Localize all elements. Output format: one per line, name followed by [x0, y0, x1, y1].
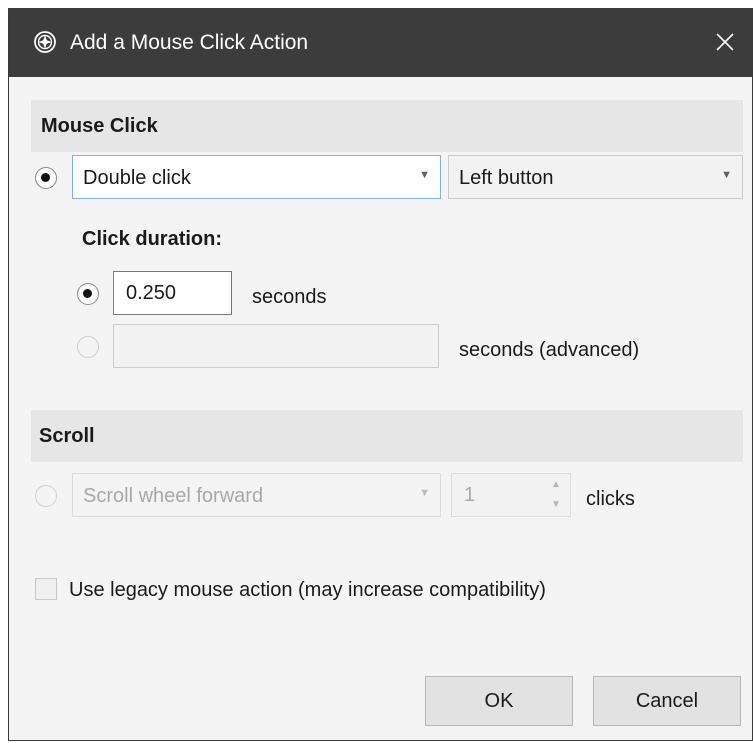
- scroll-unit-label: clicks: [586, 488, 635, 510]
- app-logo-icon: [34, 31, 56, 53]
- duration-seconds-field[interactable]: [114, 272, 231, 314]
- close-button[interactable]: [708, 25, 742, 59]
- click-type-dropdown[interactable]: Double click ▼: [72, 155, 441, 199]
- spin-down-icon[interactable]: ▼: [547, 496, 565, 514]
- dialog-window: Add a Mouse Click Action Mouse Click Dou…: [8, 8, 753, 741]
- duration-advanced-input[interactable]: [113, 324, 439, 368]
- duration-seconds-unit: seconds: [252, 286, 327, 308]
- duration-basic-radio[interactable]: [77, 283, 99, 305]
- mouse-click-section-header: Mouse Click: [31, 100, 743, 152]
- duration-advanced-unit: seconds (advanced): [459, 339, 640, 361]
- chevron-down-icon: ▼: [419, 169, 430, 181]
- legacy-mouse-label: Use legacy mouse action (may increase co…: [69, 579, 546, 601]
- duration-advanced-radio[interactable]: [77, 336, 99, 358]
- scroll-direction-value: Scroll wheel forward: [83, 485, 264, 507]
- duration-seconds-input[interactable]: [113, 271, 232, 315]
- window-title: Add a Mouse Click Action: [70, 31, 309, 54]
- ok-button[interactable]: OK: [425, 676, 573, 726]
- click-type-value: Double click: [83, 167, 191, 189]
- chevron-down-icon: ▼: [419, 487, 430, 499]
- scroll-section-header: Scroll: [31, 410, 743, 462]
- duration-advanced-field[interactable]: [114, 325, 438, 367]
- close-icon: [716, 33, 734, 51]
- scroll-radio[interactable]: [35, 485, 57, 507]
- scroll-direction-dropdown[interactable]: Scroll wheel forward ▼: [72, 473, 441, 517]
- scroll-section-title: Scroll: [39, 425, 95, 447]
- legacy-mouse-checkbox[interactable]: [35, 578, 57, 600]
- click-duration-label: Click duration:: [82, 228, 223, 250]
- cancel-button[interactable]: Cancel: [593, 676, 741, 726]
- spin-up-icon[interactable]: ▲: [547, 476, 565, 494]
- chevron-down-icon: ▼: [721, 169, 732, 181]
- scroll-amount-spinner[interactable]: ▲ ▼: [451, 473, 571, 517]
- mouse-click-section-title: Mouse Click: [41, 115, 158, 137]
- mouse-button-dropdown[interactable]: Left button ▼: [448, 155, 743, 199]
- mouse-click-radio[interactable]: [35, 167, 57, 189]
- title-bar: Add a Mouse Click Action: [9, 9, 752, 77]
- mouse-button-value: Left button: [459, 167, 554, 189]
